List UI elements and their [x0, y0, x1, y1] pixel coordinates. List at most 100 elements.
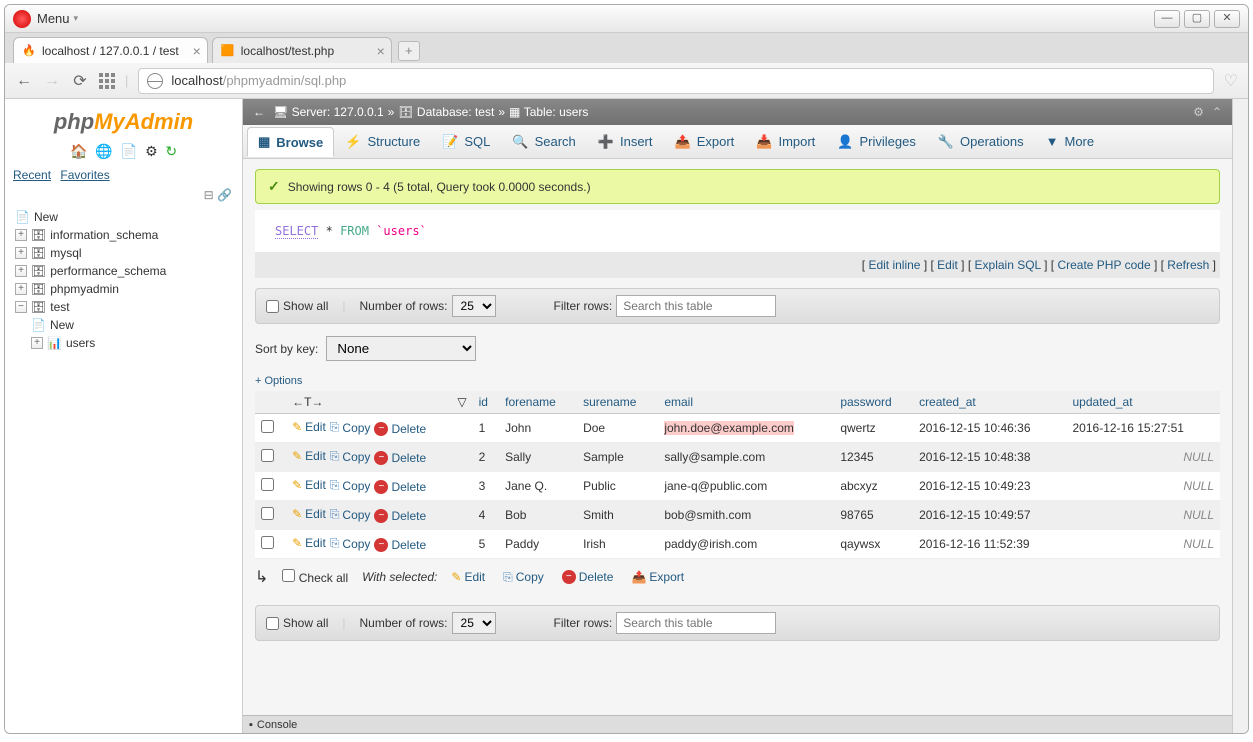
tab-insert[interactable]: ➕Insert — [587, 127, 664, 157]
row-copy[interactable]: ⎘ Copy — [330, 478, 371, 493]
tree-new-db[interactable]: 📄New — [9, 208, 238, 226]
arrow-indicator-icon: ↳ — [255, 567, 268, 587]
col-created-at[interactable]: created_at — [913, 391, 1066, 414]
row-copy[interactable]: ⎘ Copy — [330, 507, 371, 522]
apps-icon[interactable] — [99, 73, 115, 89]
minimize-button[interactable]: — — [1154, 10, 1180, 28]
edit-sql-link[interactable]: Edit — [937, 258, 958, 272]
row-checkbox[interactable] — [261, 536, 274, 549]
num-rows-select[interactable]: 25 — [452, 295, 496, 317]
filter-input-bottom[interactable] — [616, 612, 776, 634]
docs-icon[interactable]: 📄 — [120, 143, 137, 159]
collapse-nav-icon[interactable]: ← — [253, 105, 265, 119]
bulk-delete[interactable]: − Delete — [562, 570, 614, 584]
home-icon[interactable]: 🏠 — [70, 143, 87, 159]
row-edit[interactable]: ✎ Edit — [292, 507, 326, 521]
row-checkbox[interactable] — [261, 507, 274, 520]
tab-sql[interactable]: 📝SQL — [431, 127, 501, 157]
sort-key: Sort by key: None — [255, 336, 1220, 361]
browser-tab-1[interactable]: 🟧 localhost/test.php × — [212, 37, 392, 63]
tab-structure[interactable]: ⚡Structure — [334, 127, 431, 157]
back-button[interactable]: ← — [15, 72, 33, 90]
tab-export[interactable]: 📤Export — [664, 127, 746, 157]
create-php-link[interactable]: Create PHP code — [1057, 258, 1150, 272]
col-checkbox — [255, 391, 286, 414]
bc-table[interactable]: users — [559, 105, 588, 119]
reload-nav-icon[interactable]: ↻ — [165, 143, 177, 159]
row-copy[interactable]: ⎘ Copy — [330, 536, 371, 551]
tab-close-icon[interactable]: × — [193, 43, 201, 59]
tree-new-table[interactable]: 📄New — [9, 316, 238, 334]
sort-key-select[interactable]: None — [326, 336, 476, 361]
url-field[interactable]: localhost/phpmyadmin/sql.php — [138, 68, 1213, 94]
row-edit[interactable]: ✎ Edit — [292, 536, 326, 550]
browser-tab-0[interactable]: 🔥 localhost / 127.0.0.1 / test × — [13, 37, 208, 63]
collapse-icon[interactable]: ⊟ — [204, 188, 214, 202]
row-copy[interactable]: ⎘ Copy — [330, 420, 371, 435]
row-delete[interactable]: − Delete — [374, 422, 426, 436]
bulk-export[interactable]: 📤 Export — [631, 570, 684, 584]
row-delete[interactable]: − Delete — [374, 451, 426, 465]
vertical-scrollbar[interactable] — [1232, 99, 1248, 733]
filter-input[interactable] — [616, 295, 776, 317]
refresh-link[interactable]: Refresh — [1167, 258, 1209, 272]
explain-sql-link[interactable]: Explain SQL — [975, 258, 1041, 272]
gear-icon[interactable]: ⚙ — [1193, 105, 1204, 119]
bulk-copy[interactable]: ⎘ Copy — [503, 570, 544, 585]
link-icon[interactable]: 🔗 — [217, 188, 232, 202]
recent-link[interactable]: Recent — [13, 168, 51, 182]
col-actions[interactable]: ←T→ ▽ — [286, 391, 473, 414]
tree-db[interactable]: +🗄information_schema — [9, 226, 238, 244]
row-copy[interactable]: ⎘ Copy — [330, 449, 371, 464]
col-surename[interactable]: surename — [577, 391, 658, 414]
col-updated-at[interactable]: updated_at — [1067, 391, 1221, 414]
row-checkbox[interactable] — [261, 449, 274, 462]
row-delete[interactable]: − Delete — [374, 509, 426, 523]
tab-import[interactable]: 📥Import — [745, 127, 826, 157]
tab-privileges[interactable]: 👤Privileges — [826, 127, 927, 157]
row-delete[interactable]: − Delete — [374, 480, 426, 494]
num-rows-select-bottom[interactable]: 25 — [452, 612, 496, 634]
col-password[interactable]: password — [834, 391, 913, 414]
new-tab-button[interactable]: + — [398, 41, 420, 61]
row-delete[interactable]: − Delete — [374, 538, 426, 552]
reload-button[interactable]: ⟳ — [71, 71, 89, 91]
edit-inline-link[interactable]: Edit inline — [868, 258, 920, 272]
col-forename[interactable]: forename — [499, 391, 577, 414]
row-checkbox[interactable] — [261, 420, 274, 433]
row-edit[interactable]: ✎ Edit — [292, 420, 326, 434]
forward-button[interactable]: → — [43, 72, 61, 90]
tab-operations[interactable]: 🔧Operations — [927, 127, 1035, 157]
favorites-link[interactable]: Favorites — [60, 168, 109, 182]
col-id[interactable]: id — [473, 391, 500, 414]
options-link[interactable]: + Options — [255, 375, 1220, 387]
tree-db[interactable]: +🗄phpmyadmin — [9, 280, 238, 298]
bc-database[interactable]: test — [475, 105, 494, 119]
check-all-checkbox[interactable] — [282, 569, 295, 582]
tab-more[interactable]: ▼More — [1035, 127, 1106, 156]
tab-browse[interactable]: ▦Browse — [247, 127, 334, 157]
tree-db-current[interactable]: −🗄test — [9, 298, 238, 316]
row-edit[interactable]: ✎ Edit — [292, 449, 326, 463]
console-bar[interactable]: ▪ Console — [243, 715, 1232, 733]
col-email[interactable]: email — [658, 391, 834, 414]
tree-db[interactable]: +🗄mysql — [9, 244, 238, 262]
tab-search[interactable]: 🔍Search — [501, 127, 586, 157]
menu-button[interactable]: Menu — [37, 11, 78, 26]
show-all-checkbox-bottom[interactable] — [266, 617, 279, 630]
row-edit[interactable]: ✎ Edit — [292, 478, 326, 492]
show-all-checkbox[interactable] — [266, 300, 279, 313]
row-checkbox[interactable] — [261, 478, 274, 491]
tree-table-users[interactable]: +📊users — [9, 334, 238, 352]
maximize-button[interactable]: ▢ — [1184, 10, 1210, 28]
privileges-icon: 👤 — [837, 134, 853, 150]
bookmark-icon[interactable]: ♡ — [1224, 71, 1238, 91]
settings-icon[interactable]: ⚙ — [145, 143, 158, 159]
tree-db[interactable]: +🗄performance_schema — [9, 262, 238, 280]
collapse-icon[interactable]: ⌃ — [1212, 105, 1222, 119]
close-button[interactable]: ✕ — [1214, 10, 1240, 28]
bc-server[interactable]: 127.0.0.1 — [334, 105, 384, 119]
logout-icon[interactable]: 🌐 — [95, 143, 112, 159]
tab-close-icon[interactable]: × — [377, 43, 385, 59]
bulk-edit[interactable]: ✎ Edit — [451, 570, 485, 584]
